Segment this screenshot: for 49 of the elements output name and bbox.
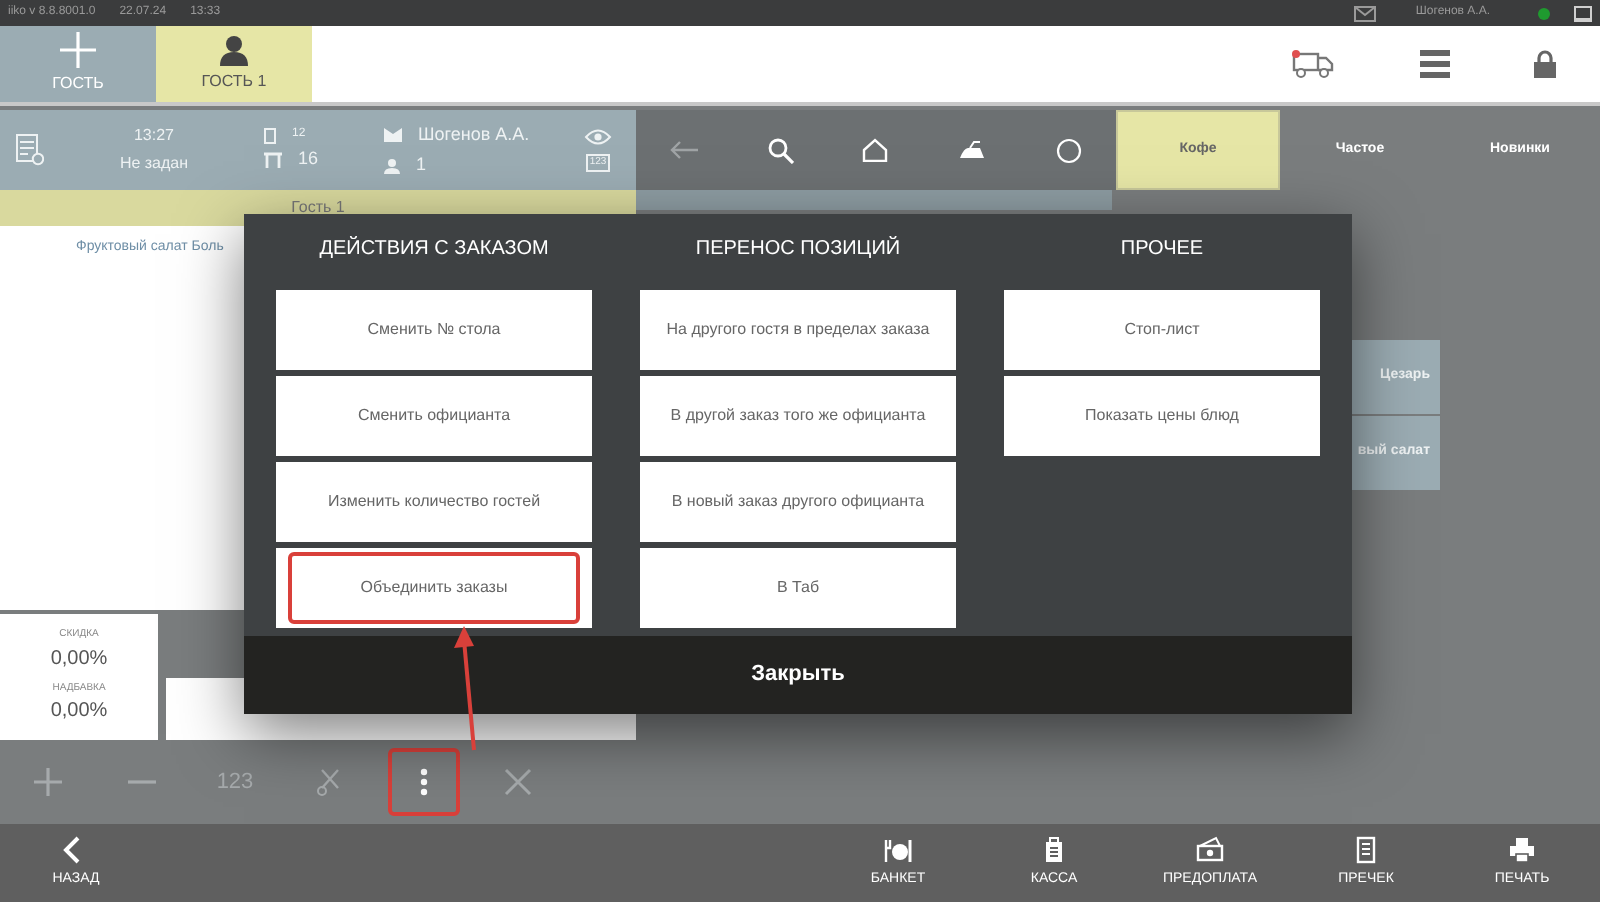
more-icon <box>419 768 427 796</box>
table-icon <box>264 152 282 168</box>
action-button[interactable]: В другой заказ того же официанта <box>640 376 956 456</box>
search-icon[interactable] <box>767 137 794 163</box>
plus-icon <box>60 32 96 68</box>
seats-count: 16 <box>298 146 319 173</box>
waiter-name: Шогенов А.А. <box>418 121 530 147</box>
truck-icon <box>1292 50 1334 78</box>
column-title: ПРОЧЕЕ <box>1118 236 1206 264</box>
receipt-icon <box>1352 835 1380 864</box>
column-title: ПЕРЕНОС ПОЗИЦИЙ <box>693 234 903 264</box>
action-button[interactable]: Объединить заказы <box>276 548 592 628</box>
plus-icon <box>33 768 61 796</box>
column-title: ДЕЙСТВИЯ С ЗАКАЗОМ <box>317 234 551 264</box>
menu-icon[interactable] <box>1420 50 1450 78</box>
home-icon[interactable] <box>862 138 889 162</box>
lock-icon[interactable] <box>1534 50 1556 78</box>
more-button[interactable] <box>387 748 459 816</box>
iron-icon[interactable] <box>958 140 987 160</box>
markup-value: 0,00% <box>50 698 108 726</box>
close-icon <box>503 768 531 796</box>
device-icon <box>264 127 276 144</box>
action-button[interactable]: В новый заказ другого официанта <box>640 462 956 542</box>
truck-icon[interactable] <box>1292 50 1336 78</box>
action-button[interactable]: Сменить официанта <box>276 376 592 456</box>
discount-value: 0,00% <box>50 645 108 673</box>
screen-icon <box>1574 5 1592 21</box>
action-button[interactable]: На другого гостя в пределах заказа <box>640 290 956 370</box>
waiter-icon <box>384 127 402 142</box>
money-icon <box>1196 835 1224 864</box>
close-button[interactable]: Закрыть <box>244 636 1352 714</box>
action-button[interactable]: Стоп-лист <box>1004 290 1320 370</box>
scissors-icon <box>315 768 343 796</box>
printer-icon <box>1508 835 1536 864</box>
mail-icon <box>1353 5 1376 21</box>
action-button[interactable]: Изменить количество гостей <box>276 462 592 542</box>
guest-tab[interactable]: ГОСТЬ 1 <box>156 26 312 102</box>
action-button[interactable]: Сменить № стола <box>276 290 592 370</box>
person-icon <box>218 34 250 66</box>
annotation-arrow <box>454 626 476 751</box>
action-button[interactable]: В Таб <box>640 548 956 628</box>
action-button[interactable]: Показать цены блюд <box>1004 376 1320 456</box>
guests-count: 1 <box>416 152 427 178</box>
order-list-icon <box>16 134 44 166</box>
order-time: 13:27 <box>133 124 175 148</box>
person-icon <box>384 157 400 174</box>
table-status: Не задан <box>119 152 189 176</box>
guest-label: Гость 1 <box>291 196 345 220</box>
circle-icon[interactable] <box>1055 137 1082 163</box>
